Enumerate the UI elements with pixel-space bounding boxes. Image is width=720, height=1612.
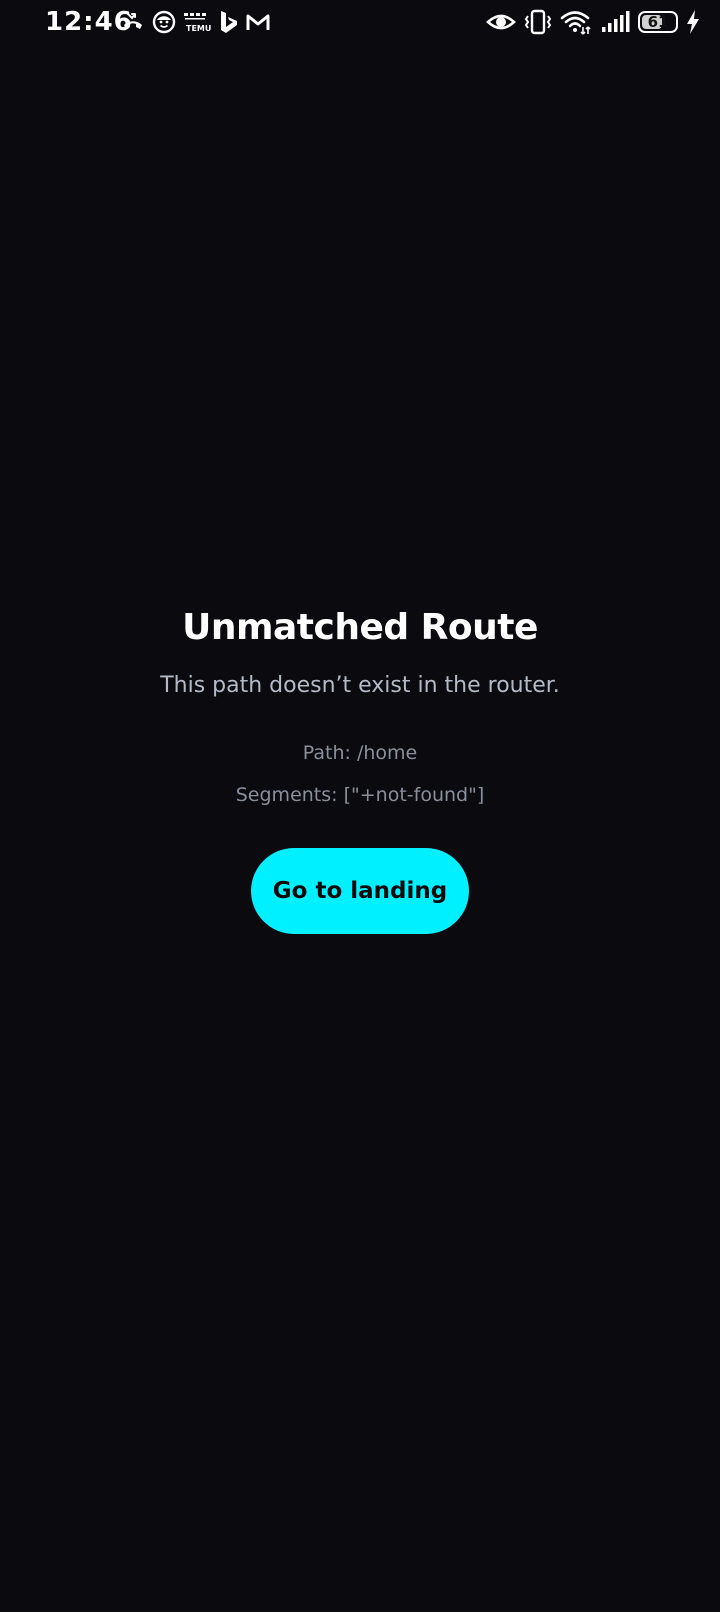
segments-text: Segments: ["+not-found"] — [235, 784, 485, 806]
vibrate-icon — [524, 8, 552, 36]
status-bar: 12:46 TEMU 61 — [0, 0, 720, 44]
page-subtitle: This path doesn’t exist in the router. — [160, 673, 560, 698]
eye-icon — [486, 8, 516, 36]
signal-icon — [600, 8, 630, 36]
charging-icon — [686, 8, 700, 36]
battery-icon: 61 — [638, 11, 678, 33]
wifi-icon — [560, 8, 592, 36]
route-info: Path: /home Segments: ["+not-found"] — [0, 732, 720, 816]
not-found-panel: Unmatched Route This path doesn’t exist … — [0, 600, 720, 934]
missed-call-icon — [120, 8, 146, 36]
system-icons: 61 — [486, 8, 700, 36]
go-to-landing-button[interactable]: Go to landing — [251, 848, 469, 934]
path-text: Path: /home — [302, 742, 418, 764]
face-emoji-icon — [152, 8, 176, 36]
gmail-icon — [245, 8, 271, 36]
page-title: Unmatched Route — [182, 607, 538, 648]
notification-icons: TEMU — [120, 8, 271, 36]
temu-label: TEMU — [186, 23, 212, 33]
bing-icon — [217, 8, 239, 36]
battery-percentage: 61 — [647, 12, 669, 31]
